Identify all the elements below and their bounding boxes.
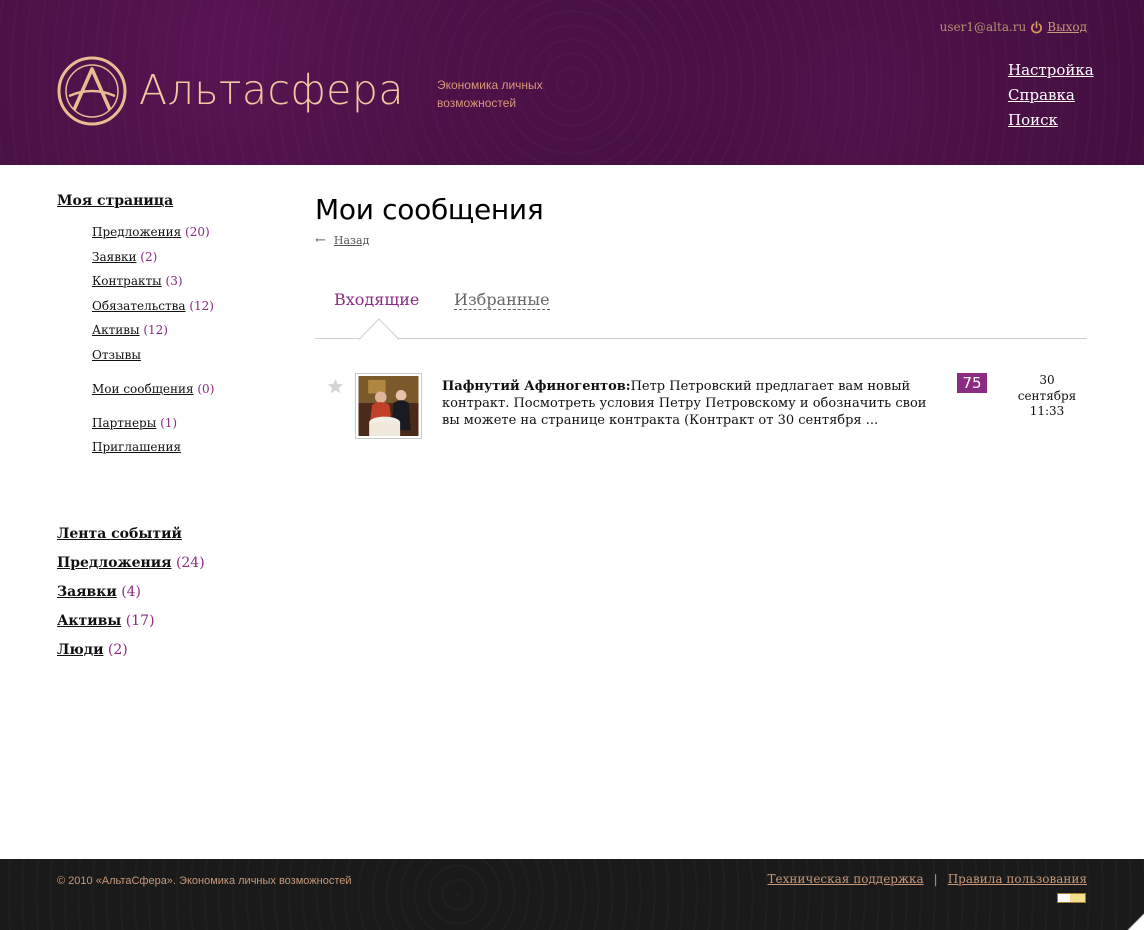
message-date-month: сентября bbox=[1017, 388, 1077, 403]
sidebar-item-obligations: Обязательства (12) bbox=[92, 294, 287, 319]
validator-badge-left bbox=[1058, 894, 1070, 902]
sidebar-main-offers-link[interactable]: Предложения bbox=[57, 555, 171, 571]
altasfera-logo-icon[interactable] bbox=[57, 56, 127, 126]
site-footer: © 2010 «АльтаСфера». Экономика личных во… bbox=[0, 859, 1144, 930]
back-link[interactable]: Назад bbox=[334, 234, 369, 247]
sidebar-main-count: (2) bbox=[107, 642, 128, 658]
sidebar-item-count: (20) bbox=[185, 225, 210, 239]
sidebar-item-offers: Предложения (20) bbox=[92, 220, 287, 245]
sidebar-item-offers-link[interactable]: Предложения bbox=[92, 225, 181, 239]
message-text: Пафнутий Афиногентов:Петр Петровский пре… bbox=[442, 378, 927, 429]
sidebar-main-item-requests: Заявки (4) bbox=[57, 578, 205, 607]
brand-name[interactable]: Альтасфера bbox=[139, 64, 404, 116]
sidebar-item-requests: Заявки (2) bbox=[92, 245, 287, 270]
sidebar-item-reviews-link[interactable]: Отзывы bbox=[92, 348, 141, 362]
sidebar-main-count: (17) bbox=[125, 613, 155, 629]
arrow-left-icon: ← bbox=[315, 233, 326, 248]
sidebar-item-invitations-link[interactable]: Приглашения bbox=[92, 440, 181, 454]
sidebar-item-count: (3) bbox=[165, 274, 183, 288]
sidebar-item-count: (0) bbox=[197, 381, 215, 396]
message-date-time: 11:33 bbox=[1029, 404, 1065, 418]
sidebar-main-count: (4) bbox=[121, 584, 142, 600]
footer-links: Техническая поддержка | Правила пользова… bbox=[768, 872, 1087, 886]
sidebar-item-partners: Партнеры (1) bbox=[92, 411, 287, 436]
star-icon[interactable] bbox=[327, 378, 344, 395]
brand-slogan: Экономика личных возможностей bbox=[437, 78, 543, 110]
sidebar-item-count: (2) bbox=[140, 249, 158, 264]
sidebar-item-contracts: Контракты (3) bbox=[92, 269, 287, 294]
tab-inbox[interactable]: Входящие bbox=[334, 290, 419, 309]
sidebar-item-invitations: Приглашения bbox=[92, 435, 287, 460]
tab-favorites[interactable]: Избранные bbox=[454, 290, 550, 310]
logout-link[interactable]: Выход bbox=[1047, 20, 1087, 34]
sidebar-item-count: (12) bbox=[189, 298, 214, 313]
page-curl-icon bbox=[1127, 913, 1144, 930]
avatar[interactable] bbox=[355, 373, 422, 439]
message-row[interactable]: Пафнутий Афиногентов:Петр Петровский пре… bbox=[315, 373, 1087, 443]
main-content: Мои сообщения ← Назад Входящие Избранные bbox=[315, 190, 1087, 439]
sidebar-main-item-feed: Лента событий bbox=[57, 520, 205, 549]
user-box: user1@alta.ru Выход bbox=[940, 20, 1087, 34]
nav-help-link[interactable]: Справка bbox=[1008, 83, 1094, 108]
sidebar-item-assets-link[interactable]: Активы bbox=[92, 323, 140, 337]
sidebar-main-count: (24) bbox=[175, 555, 205, 571]
message-author[interactable]: Пафнутий Афиногентов: bbox=[442, 379, 631, 394]
power-icon[interactable] bbox=[1030, 20, 1043, 34]
sidebar-item-obligations-link[interactable]: Обязательства bbox=[92, 299, 186, 313]
nav-search-link[interactable]: Поиск bbox=[1008, 108, 1094, 133]
rules-link[interactable]: Правила пользования bbox=[948, 872, 1087, 886]
sidebar-main-item-assets: Активы (17) bbox=[57, 607, 205, 636]
sidebar-item-messages: Мои сообщения (0) bbox=[92, 377, 287, 402]
rating-badge: 75 bbox=[957, 373, 987, 393]
nav-settings-link[interactable]: Настройка bbox=[1008, 58, 1094, 83]
sidebar-main-assets-link[interactable]: Активы bbox=[57, 613, 121, 629]
sidebar-main-people-link[interactable]: Люди bbox=[57, 642, 103, 658]
sidebar-main-requests-link[interactable]: Заявки bbox=[57, 584, 117, 600]
active-tab-pointer-icon bbox=[359, 318, 399, 340]
sidebar-main-list: Лента событий Предложения (24) Заявки (4… bbox=[57, 520, 205, 665]
sidebar-main-item-offers: Предложения (24) bbox=[57, 549, 205, 578]
message-date-day: 30 bbox=[1039, 373, 1055, 387]
sidebar-item-requests-link[interactable]: Заявки bbox=[92, 250, 136, 264]
sidebar-item-reviews: Отзывы bbox=[92, 343, 287, 368]
footer-separator: | bbox=[933, 872, 938, 886]
message-date: 30 сентября 11:33 bbox=[1012, 373, 1082, 420]
back-link-row: ← Назад bbox=[315, 233, 1087, 248]
user-email: user1@alta.ru bbox=[939, 20, 1027, 34]
sidebar-item-contracts-link[interactable]: Контракты bbox=[92, 274, 162, 288]
top-nav: Настройка Справка Поиск bbox=[1008, 58, 1094, 133]
sidebar-main-item-people: Люди (2) bbox=[57, 636, 205, 665]
sidebar-main-feed-link[interactable]: Лента событий bbox=[57, 526, 182, 542]
sidebar-item-partners-link[interactable]: Партнеры bbox=[92, 416, 156, 430]
sidebar-item-count: (1) bbox=[160, 415, 178, 430]
avatar-photo-icon bbox=[358, 376, 419, 436]
sidebar-item-count: (12) bbox=[143, 323, 168, 337]
sidebar-item-messages-link[interactable]: Мои сообщения bbox=[92, 382, 194, 396]
w3c-validator-badge-icon[interactable] bbox=[1057, 893, 1086, 903]
message-tabs: Входящие Избранные bbox=[315, 286, 1087, 340]
site-header: Альтасфера Экономика личных возможностей… bbox=[0, 0, 1144, 165]
copyright-text: © 2010 «АльтаСфера». Экономика личных во… bbox=[57, 875, 352, 887]
sidebar: Моя страница Предложения (20) Заявки (2)… bbox=[57, 193, 287, 460]
support-link[interactable]: Техническая поддержка bbox=[768, 872, 924, 886]
sidebar-my-page-link[interactable]: Моя страница bbox=[57, 193, 287, 209]
sidebar-sub-list: Предложения (20) Заявки (2) Контракты (3… bbox=[57, 220, 287, 460]
sidebar-item-assets: Активы (12) bbox=[92, 318, 287, 343]
page-title: Мои сообщения bbox=[315, 193, 544, 226]
